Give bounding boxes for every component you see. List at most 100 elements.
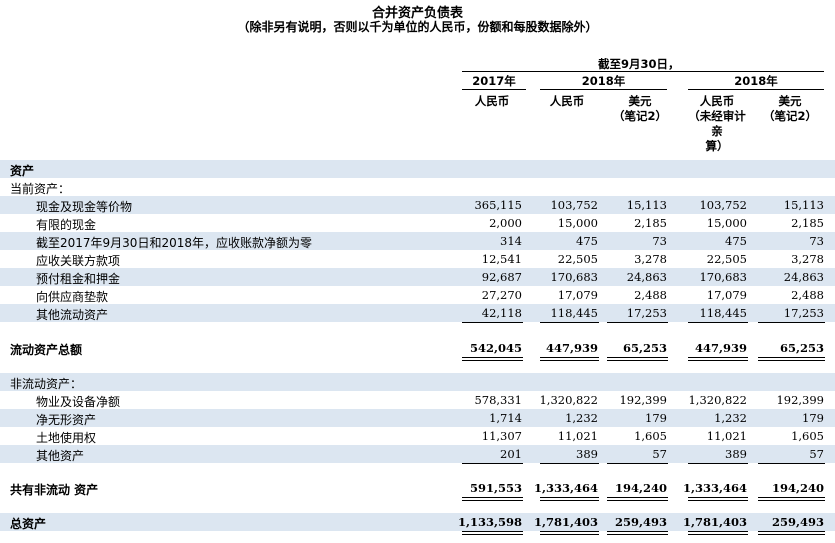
year-rule-2018-a bbox=[540, 89, 667, 90]
section-current: 当前资产： bbox=[0, 178, 835, 196]
row-value: 1,232 bbox=[714, 411, 747, 425]
row-value: 12,541 bbox=[481, 252, 522, 266]
total-underline bbox=[688, 357, 748, 358]
table-row: 现金及现金等价物 365,115 103,752 15,113 103,752 15,11… bbox=[0, 196, 835, 214]
row-label: 土地使用权 bbox=[36, 431, 97, 445]
year-2018-a: 2018年 bbox=[581, 74, 626, 88]
row-value: 22,505 bbox=[706, 252, 747, 266]
row-value: 3,278 bbox=[634, 252, 667, 266]
row-value: 1,781,403 bbox=[533, 515, 598, 529]
total-underline bbox=[688, 497, 748, 498]
row-value: 1,232 bbox=[565, 411, 598, 425]
row-value: 17,253 bbox=[626, 306, 667, 320]
row-value: 57 bbox=[652, 447, 667, 461]
row-value: 27,270 bbox=[481, 288, 522, 302]
row-value: 2,185 bbox=[791, 216, 824, 230]
row-value: 1,133,598 bbox=[457, 515, 522, 529]
total-underline bbox=[688, 534, 748, 535]
total-underline bbox=[688, 322, 748, 323]
row-value: 15,113 bbox=[783, 198, 824, 212]
row-value: 15,000 bbox=[706, 216, 747, 230]
row-value: 103,752 bbox=[550, 198, 598, 212]
row-value: 259,493 bbox=[614, 515, 667, 529]
total-underline bbox=[540, 463, 599, 464]
total-underline bbox=[688, 463, 748, 464]
table-row: 有限的现金 2,000 15,000 2,185 15,000 2,185 bbox=[0, 214, 835, 232]
total-underline bbox=[758, 497, 825, 498]
row-value: 194,240 bbox=[614, 481, 667, 495]
total-underline bbox=[540, 360, 599, 361]
row-value: 194,240 bbox=[771, 481, 824, 495]
row-label: 共有非流动 资产 bbox=[10, 483, 99, 497]
row-label: 截至2017年9月30日和2018年，应收账款净额为零 bbox=[36, 236, 312, 250]
section-assets: 资产 bbox=[0, 160, 835, 178]
row-value: 1,333,464 bbox=[682, 481, 747, 495]
row-value: 1,781,403 bbox=[682, 515, 747, 529]
row-value: 2,488 bbox=[791, 288, 824, 302]
row-value: 92,687 bbox=[481, 270, 522, 284]
total-underline bbox=[758, 500, 825, 501]
row-value: 22,505 bbox=[557, 252, 598, 266]
row-value: 103,752 bbox=[699, 198, 747, 212]
as-of-header: 截至9月30日， bbox=[598, 57, 680, 71]
column-header-line: 算） bbox=[705, 139, 729, 153]
total-underline bbox=[462, 497, 523, 498]
row-label: 其他流动资产 bbox=[36, 308, 109, 322]
row-value: 17,079 bbox=[706, 288, 747, 302]
total-underline bbox=[607, 500, 668, 501]
total-underline bbox=[688, 531, 748, 532]
row-value: 2,000 bbox=[489, 216, 522, 230]
row-value: 17,253 bbox=[783, 306, 824, 320]
total-underline bbox=[462, 500, 523, 501]
row-value: 179 bbox=[802, 411, 824, 425]
row-value: 118,445 bbox=[550, 306, 598, 320]
row-value: 389 bbox=[576, 447, 598, 461]
row-value: 1,605 bbox=[791, 429, 824, 443]
year-2018-b: 2018年 bbox=[734, 74, 778, 88]
total-underline bbox=[540, 534, 599, 535]
row-value: 475 bbox=[576, 234, 598, 248]
row-label: 现金及现金等价物 bbox=[36, 200, 133, 214]
section-noncurrent: 非流动资产： bbox=[0, 373, 835, 391]
row-value: 447,939 bbox=[545, 341, 598, 355]
row-label: 应收关联方款项 bbox=[36, 254, 121, 268]
table-row: 净无形资产 1,714 1,232 179 1,232 179 bbox=[0, 409, 835, 427]
column-header-line: 美元 bbox=[778, 94, 802, 108]
row-label: 有限的现金 bbox=[36, 218, 97, 232]
table-row: 截至2017年9月30日和2018年，应收账款净额为零 314 475 73 475 73 bbox=[0, 232, 835, 250]
row-label: 物业及设备净额 bbox=[36, 395, 121, 409]
total-underline bbox=[607, 360, 668, 361]
total-underline bbox=[607, 531, 668, 532]
total-underline bbox=[607, 357, 668, 358]
total-underline bbox=[607, 534, 668, 535]
total-underline bbox=[540, 357, 599, 358]
row-value: 259,493 bbox=[771, 515, 824, 529]
column-header-line: （笔记2） bbox=[762, 109, 817, 123]
column-header-line: 亲 bbox=[711, 124, 723, 138]
row-label: 总资产 bbox=[10, 517, 47, 531]
table-row: 向供应商垫款 27,270 17,079 2,488 17,079 2,488 bbox=[0, 286, 835, 304]
row-value: 170,683 bbox=[699, 270, 747, 284]
row-value: 192,399 bbox=[776, 393, 824, 407]
total-underline bbox=[462, 534, 523, 535]
table-row: 其他资产 201 389 57 389 57 bbox=[0, 445, 835, 463]
row-value: 179 bbox=[645, 411, 667, 425]
as-of-rule bbox=[462, 71, 824, 72]
row-label: 其他资产 bbox=[36, 449, 85, 463]
row-value: 591,553 bbox=[469, 481, 522, 495]
row-value: 11,307 bbox=[481, 429, 522, 443]
row-value: 2,488 bbox=[634, 288, 667, 302]
table-row: 物业及设备净额 578,331 1,320,822 192,399 1,320,822 1… bbox=[0, 391, 835, 409]
row-value: 314 bbox=[500, 234, 522, 248]
row-value: 17,079 bbox=[557, 288, 598, 302]
total-underline bbox=[758, 360, 825, 361]
total-underline bbox=[540, 500, 599, 501]
row-value: 15,000 bbox=[557, 216, 598, 230]
total-current-row: 流动资产总额 542,045 447,939 65,253 447,939 65,253 bbox=[0, 339, 835, 357]
row-value: 118,445 bbox=[699, 306, 747, 320]
row-value: 42,118 bbox=[481, 306, 522, 320]
year-rule-2017 bbox=[462, 89, 526, 90]
row-value: 65,253 bbox=[779, 341, 824, 355]
total-underline bbox=[462, 463, 523, 464]
year-rule-2018-b bbox=[688, 89, 824, 90]
